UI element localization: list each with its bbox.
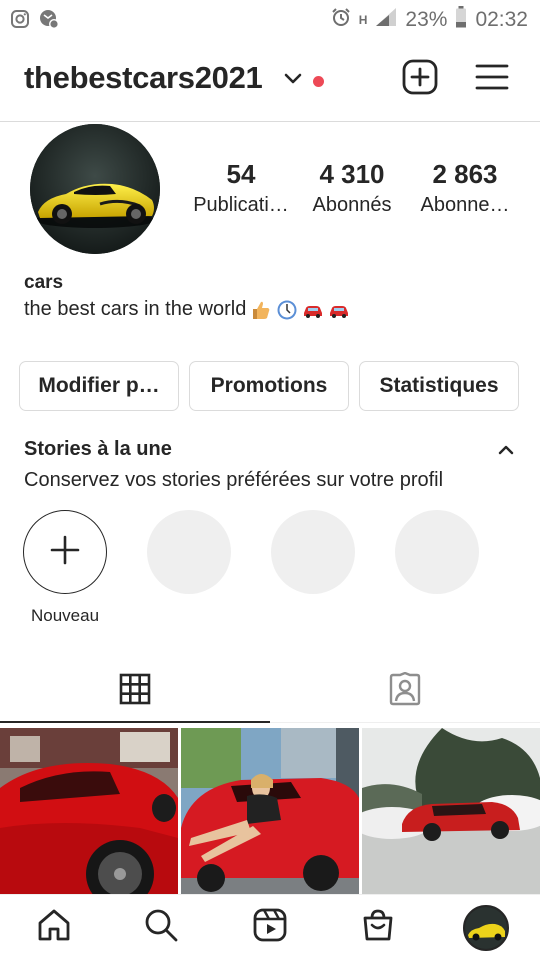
- stat-posts-number: 54: [226, 159, 256, 189]
- stat-following[interactable]: 2 863 Abonne…: [410, 158, 520, 220]
- stat-followers-number: 4 310: [319, 159, 385, 189]
- search-icon: [143, 907, 179, 948]
- notification-icon: [38, 8, 60, 35]
- edit-profile-button[interactable]: Modifier p…: [19, 361, 179, 411]
- new-post-icon: [402, 59, 438, 100]
- red-car-icon: [302, 299, 324, 321]
- alarm-icon: [331, 7, 351, 33]
- red-muscle-car-drifting-photo: [362, 728, 540, 894]
- profile-avatar[interactable]: [30, 124, 160, 254]
- highlights-subtitle: Conservez vos stories préférées sur votr…: [24, 469, 444, 491]
- new-post-button[interactable]: [401, 59, 439, 100]
- reels-icon: [252, 907, 288, 948]
- clock-icon: [276, 299, 298, 321]
- highlight-placeholder: [395, 510, 479, 594]
- signal-icon: [375, 7, 397, 33]
- nav-search-button[interactable]: [141, 907, 181, 947]
- stat-followers-label: Abonnés: [312, 194, 392, 216]
- thumbs-up-icon: [250, 299, 272, 321]
- new-highlight-button[interactable]: [23, 510, 107, 594]
- insights-button[interactable]: Statistiques: [359, 361, 519, 411]
- stat-following-number: 2 863: [432, 159, 498, 189]
- nav-shop-button[interactable]: [358, 907, 398, 947]
- red-ferrari-photo: [0, 728, 178, 894]
- highlights-title: Stories à la une: [24, 438, 172, 460]
- shop-icon: [360, 907, 396, 948]
- instagram-icon: [10, 9, 30, 34]
- tab-grid[interactable]: [0, 660, 270, 722]
- post-thumbnail[interactable]: [181, 728, 359, 894]
- active-tab-indicator: [0, 721, 270, 723]
- stat-posts-label: Publicati…: [193, 194, 289, 216]
- stat-followers[interactable]: 4 310 Abonnés: [297, 158, 407, 220]
- menu-button[interactable]: [473, 60, 511, 98]
- yellow-supercar-avatar: [30, 124, 160, 254]
- profile-bio: the best cars in the world: [24, 298, 350, 321]
- tagged-icon: [387, 671, 423, 711]
- nav-profile-button[interactable]: [463, 905, 509, 951]
- clock-time: 02:32: [475, 8, 528, 31]
- grid-icon: [119, 673, 151, 710]
- tab-tagged[interactable]: [270, 660, 540, 722]
- highlight-placeholder: [271, 510, 355, 594]
- username-title[interactable]: thebestcars2021: [24, 60, 263, 96]
- bottom-navigation: [0, 894, 540, 960]
- highlight-placeholder: [147, 510, 231, 594]
- network-h-icon: H: [358, 13, 368, 27]
- menu-icon: [475, 63, 509, 96]
- stat-following-label: Abonne…: [420, 194, 510, 216]
- promotions-button[interactable]: Promotions: [189, 361, 349, 411]
- nav-reels-button[interactable]: [250, 907, 290, 947]
- profile-bio-text: the best cars in the world: [24, 298, 247, 320]
- status-bar: H 23% 02:32: [0, 0, 540, 38]
- red-car-icon: [328, 299, 350, 321]
- battery-icon: [455, 6, 467, 34]
- profile-name: cars: [24, 272, 64, 293]
- chevron-down-icon[interactable]: [284, 72, 302, 90]
- woman-on-red-ferrari-photo: [181, 728, 359, 894]
- chevron-up-icon[interactable]: [498, 442, 514, 460]
- new-highlight-label: Nouveau: [30, 606, 100, 625]
- stat-posts[interactable]: 54 Publicati…: [186, 158, 296, 220]
- profile-avatar: [465, 907, 507, 949]
- nav-home-button[interactable]: [34, 907, 74, 947]
- notification-dot: [313, 76, 324, 87]
- post-thumbnail[interactable]: [362, 728, 540, 894]
- battery-percent: 23%: [405, 8, 448, 31]
- post-thumbnail[interactable]: [0, 728, 178, 894]
- plus-icon: [49, 534, 81, 571]
- profile-header: thebestcars2021: [0, 38, 540, 122]
- home-icon: [36, 907, 72, 948]
